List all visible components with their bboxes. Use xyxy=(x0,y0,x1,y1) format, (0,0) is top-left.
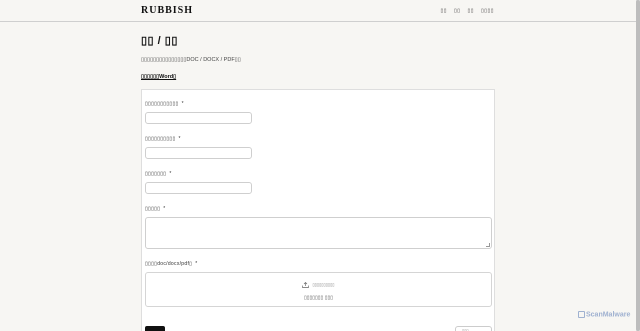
file-upload-label: ▯▯▯▯doc/docx/pdf▯ * xyxy=(145,261,197,267)
drop-hint-text: ▯▯▯▯▯▯▯▯▯▯ xyxy=(312,282,335,288)
nav-link-4[interactable]: ▯▯▯▯ xyxy=(481,8,494,14)
field-label-3-text: ▯▯▯▯▯▯▯ xyxy=(145,171,167,177)
field-label-2-text: ▯▯▯▯▯▯▯▯▯▯ xyxy=(145,136,176,142)
field-label-3: ▯▯▯▯▯▯▯ * xyxy=(145,171,172,177)
nav-link-2[interactable]: ▯▯ xyxy=(454,8,461,14)
field-label-1-text: ▯▯▯▯▯▯▯▯▯▯▯ xyxy=(145,101,179,107)
nav-link-3[interactable]: ▯▯ xyxy=(467,8,474,14)
required-mark: * xyxy=(178,136,181,142)
shield-icon xyxy=(578,311,585,318)
nav-link-1[interactable]: ▯▯ xyxy=(440,8,447,14)
file-dropzone[interactable]: ▯▯▯▯▯▯▯▯▯▯ ▯▯▯▯▯▯▯ ▯▯▯ xyxy=(145,272,492,307)
upload-icon xyxy=(302,282,310,288)
drop-hint: ▯▯▯▯▯▯▯▯▯▯ xyxy=(146,282,491,288)
secondary-button[interactable]: ▯▯▯ xyxy=(455,326,492,331)
field-label-1: ▯▯▯▯▯▯▯▯▯▯▯ * xyxy=(145,101,184,107)
text-input-1[interactable] xyxy=(145,112,252,124)
message-textarea[interactable] xyxy=(145,217,492,249)
template-download-link[interactable]: ▯▯▯▯▯▯Word▯ xyxy=(141,74,176,80)
textarea-label: ▯▯▯▯▯ * xyxy=(145,206,166,212)
brand-logo[interactable]: RUBBISH xyxy=(141,5,193,16)
required-mark: * xyxy=(181,101,184,107)
scanmalware-watermark: ScanMalware xyxy=(578,311,630,318)
textarea-label-text: ▯▯▯▯▯ xyxy=(145,206,161,212)
page-subtitle: ▯▯▯▯▯▯▯▯▯▯▯▯▯▯▯DOC / DOCX / PDF▯▯ xyxy=(141,57,241,63)
main-nav: ▯▯ ▯▯ ▯▯ ▯▯▯▯ xyxy=(440,8,494,14)
required-mark: * xyxy=(163,206,166,212)
text-input-3[interactable] xyxy=(145,182,252,194)
page-title: ▯▯ / ▯▯ xyxy=(141,35,178,47)
text-input-2[interactable] xyxy=(145,147,252,159)
top-navigation-bar: RUBBISH ▯▯ ▯▯ ▯▯ ▯▯▯▯ xyxy=(0,0,640,22)
watermark-text: ScanMalware xyxy=(586,311,631,319)
submission-form: ▯▯▯▯▯▯▯▯▯▯▯ * ▯▯▯▯▯▯▯▯▯▯ * ▯▯▯▯▯▯▯ * ▯▯▯▯▯ *… xyxy=(141,89,495,331)
field-label-2: ▯▯▯▯▯▯▯▯▯▯ * xyxy=(145,136,181,142)
resize-grip-icon[interactable] xyxy=(486,243,490,247)
upload-status-text: ▯▯▯▯▯▯▯ ▯▯▯ xyxy=(304,295,333,301)
file-upload-label-text: ▯▯▯▯doc/docx/pdf▯ xyxy=(145,261,193,267)
required-mark: * xyxy=(169,171,172,177)
required-mark: * xyxy=(195,261,198,267)
page-scrollbar[interactable] xyxy=(636,0,640,331)
scrollbar-thumb[interactable] xyxy=(636,0,640,331)
submit-button[interactable] xyxy=(145,326,165,331)
